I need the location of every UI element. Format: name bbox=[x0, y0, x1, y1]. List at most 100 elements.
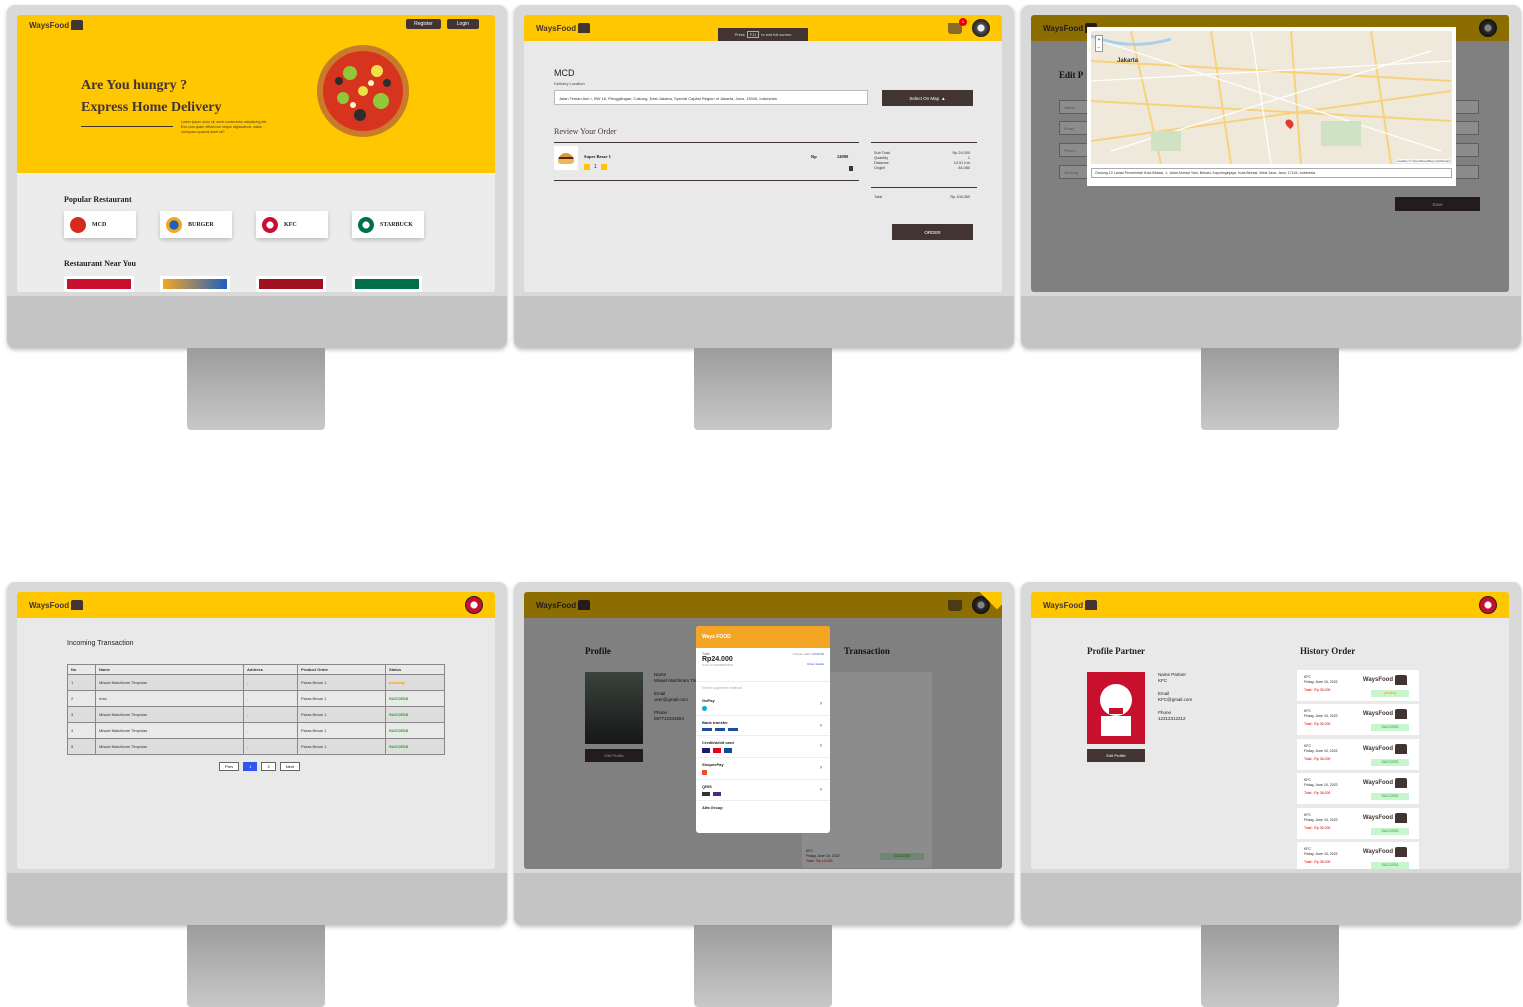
phone-value: 12312312312 bbox=[1158, 715, 1186, 721]
near-card[interactable] bbox=[64, 276, 134, 292]
history-item-date: Friday, June 10, 2022 bbox=[1304, 818, 1338, 822]
pagination: Prev 1 2 Next bbox=[219, 762, 300, 771]
method-name: GoPay bbox=[702, 698, 715, 703]
cell: Paras Besar 1 bbox=[297, 706, 386, 723]
total-label: Total bbox=[874, 195, 883, 199]
hint-key: F11 bbox=[746, 31, 760, 38]
visa-icon bbox=[702, 748, 710, 753]
payment-method-shopeepay[interactable]: ShopeePay › bbox=[696, 758, 830, 780]
status-badge: pending bbox=[1371, 690, 1409, 697]
gopay-logo-icon bbox=[702, 706, 707, 711]
logo-icon bbox=[1395, 744, 1407, 754]
payment-method-card[interactable]: Credit/debit card › bbox=[696, 736, 830, 758]
history-item[interactable]: KFC Friday, June 10, 2022 Total : Rp 36.00… bbox=[1297, 808, 1419, 839]
column-header: Address bbox=[243, 664, 298, 675]
login-button[interactable]: Login bbox=[446, 19, 479, 29]
logo[interactable]: WaysFood bbox=[29, 600, 84, 610]
near-card[interactable] bbox=[160, 276, 230, 292]
navbar: WaysFood bbox=[1031, 592, 1509, 618]
history-item[interactable]: KFC Friday, June 10, 2022 Total : Rp 36.00… bbox=[1297, 842, 1419, 869]
starbucks-logo-icon bbox=[358, 216, 374, 233]
increase-qty-button[interactable] bbox=[600, 164, 607, 170]
cell: 1 bbox=[67, 674, 96, 691]
column-header: Name bbox=[95, 664, 244, 675]
mcd-logo-icon bbox=[70, 216, 86, 233]
status-badge: SUCCESS bbox=[1371, 724, 1409, 731]
brand-label: WaysFood bbox=[1362, 677, 1393, 683]
table-row[interactable]: 1 Misael Malchiram Timpolas - Paras Besar 1… bbox=[67, 674, 445, 691]
divider bbox=[871, 187, 977, 188]
history-item[interactable]: KFC Friday, June 10, 2022 Total : Rp 36.00… bbox=[1297, 739, 1419, 770]
cell: - bbox=[243, 674, 298, 691]
page-button[interactable]: 1 bbox=[243, 762, 258, 771]
trash-icon[interactable] bbox=[849, 166, 853, 171]
hint-text: Press bbox=[734, 32, 745, 37]
payment-method-gopay[interactable]: GoPay › bbox=[696, 694, 830, 716]
page-button[interactable]: 2 bbox=[261, 762, 276, 771]
order-button[interactable]: ORDER bbox=[892, 224, 973, 240]
map-attribution[interactable]: Leaflet | © OpenStreetMap contributors bbox=[1397, 159, 1450, 163]
kfc-logo-icon bbox=[262, 216, 278, 233]
item-quantity: 1 bbox=[594, 164, 597, 170]
logo[interactable]: WaysFood bbox=[29, 20, 84, 30]
zoom-controls[interactable]: + − bbox=[1095, 35, 1103, 52]
near-card[interactable] bbox=[352, 276, 422, 292]
screen: WaysFood Register Login Are You hungry ?… bbox=[17, 15, 495, 292]
partner-avatar[interactable] bbox=[1479, 596, 1497, 614]
monitor-stand bbox=[694, 348, 832, 430]
status-cell: SUCCESS bbox=[385, 706, 445, 723]
history-item[interactable]: KFC Friday, June 10, 2022 Total : Rp 36.00… bbox=[1297, 773, 1419, 804]
divider bbox=[554, 142, 859, 143]
monitor-stand bbox=[694, 925, 832, 1007]
decrease-qty-button[interactable] bbox=[584, 164, 590, 170]
payment-method-qris[interactable]: QRIS › bbox=[696, 780, 830, 801]
cell: Misael Malchiram Timpolas bbox=[95, 706, 244, 723]
order-details-link[interactable]: Order details bbox=[807, 662, 824, 666]
table-row[interactable]: 5 Misael Malchiram Timpolas - Paras Besar 1… bbox=[67, 738, 445, 755]
avatar[interactable] bbox=[972, 19, 990, 37]
brand-label: WaysFood bbox=[1362, 711, 1393, 717]
order-id: Order ID #1655094355 bbox=[702, 663, 733, 667]
qris-logo-icon bbox=[702, 792, 710, 796]
map-view[interactable]: + − Jakarta Leaflet | © OpenStreetMap con… bbox=[1091, 31, 1452, 164]
payment-method-bank[interactable]: Bank transfer › bbox=[696, 716, 830, 736]
restaurant-card-kfc[interactable]: KFC bbox=[256, 211, 328, 238]
select-on-map-button[interactable]: Select On Map ▲ bbox=[882, 90, 973, 106]
near-card[interactable] bbox=[256, 276, 326, 292]
address-input[interactable]: Jalan Teman Asri I, RW 16, Penggilingan,… bbox=[554, 90, 868, 105]
status-cell: pending bbox=[385, 674, 445, 691]
next-button[interactable]: Next bbox=[279, 762, 300, 771]
method-name: QRIS bbox=[702, 784, 712, 789]
logo[interactable]: WaysFood bbox=[1043, 600, 1098, 610]
map-address-field[interactable]: Gedung 10 Lantai Pemerintah Kota Bekasi,… bbox=[1091, 168, 1452, 178]
register-button[interactable]: Register bbox=[406, 19, 441, 29]
screen: WaysFood 1 Press F11 to exit full screen M… bbox=[524, 15, 1002, 292]
table-row[interactable]: 3 Misael Malchiram Timpolas - Paras Besar 1… bbox=[67, 706, 445, 723]
logo-icon bbox=[1395, 709, 1407, 719]
partner-avatar[interactable] bbox=[465, 596, 483, 614]
payment-method-alfa[interactable]: Alfa Group bbox=[696, 801, 830, 814]
cart-icon[interactable]: 1 bbox=[948, 17, 967, 34]
popular-title: Popular Restaurant bbox=[64, 195, 132, 204]
history-item[interactable]: KFC Friday, June 10, 2022 Total : Rp 36.00… bbox=[1297, 704, 1419, 735]
edit-profile-button[interactable]: Edit Profile bbox=[1087, 749, 1145, 762]
restaurant-name: STARBUCK bbox=[380, 221, 413, 228]
restaurant-name: KFC bbox=[284, 221, 297, 228]
history-item[interactable]: KFC Friday, June 10, 2022 Total : Rp 36.00… bbox=[1297, 670, 1419, 701]
monitor-edit-map: WaysFood Edit P Name Email Phone Gedung … bbox=[1021, 5, 1521, 430]
restaurant-card-burger[interactable]: BURGER bbox=[160, 211, 232, 238]
chevron-right-icon: › bbox=[820, 765, 822, 771]
monitor-chin bbox=[514, 873, 1014, 925]
prev-button[interactable]: Prev bbox=[219, 762, 240, 771]
cell: 4 bbox=[67, 722, 96, 739]
table-header: No Name Address Product Order Status bbox=[67, 664, 445, 675]
logo[interactable]: WaysFood bbox=[536, 23, 591, 33]
hero-divider bbox=[81, 126, 173, 127]
total-value: Rp 108,080 bbox=[950, 195, 970, 199]
restaurant-card-mcd[interactable]: MCD bbox=[64, 211, 136, 238]
table-row[interactable]: 2 hola - Paras Besar 1 SUCCESS bbox=[67, 690, 445, 707]
brand-label: WaysFood bbox=[1362, 815, 1393, 821]
restaurant-card-starbuck[interactable]: STARBUCK bbox=[352, 211, 424, 238]
table-row[interactable]: 4 Misael Malchiram Timpolas - Paras Besar 1… bbox=[67, 722, 445, 739]
cell: - bbox=[243, 738, 298, 755]
